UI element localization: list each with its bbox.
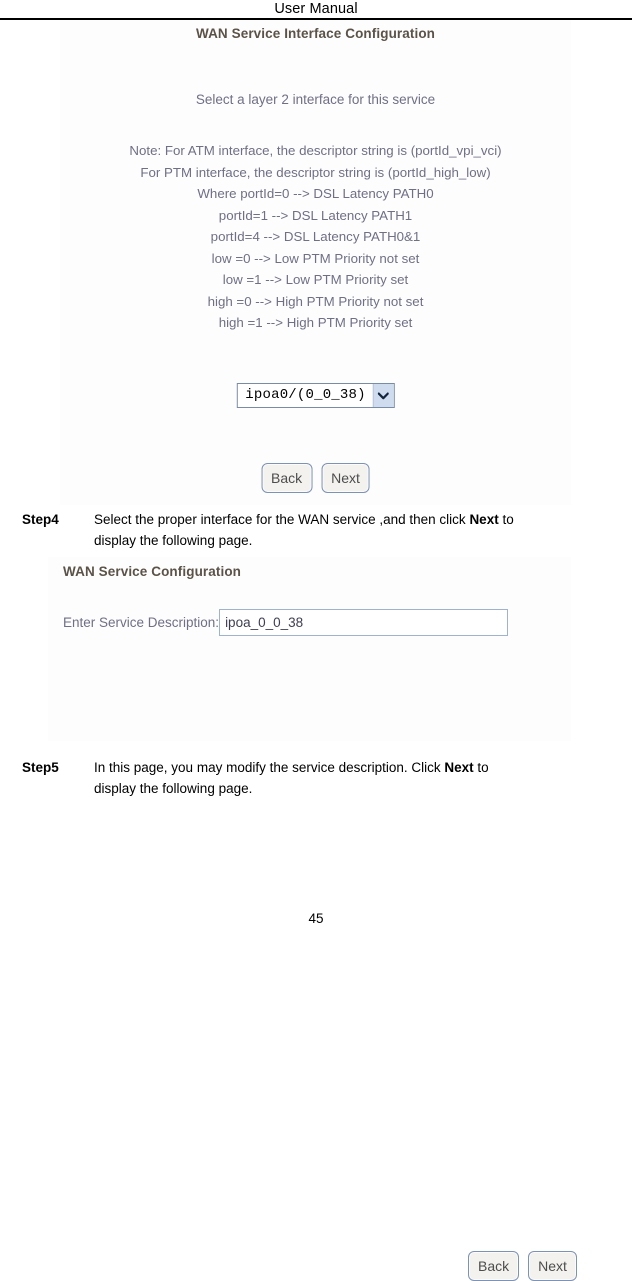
service-description-row: Enter Service Description: ipoa_0_0_38 bbox=[63, 609, 509, 636]
note-line: low =1 --> Low PTM Priority set bbox=[222, 272, 409, 287]
interface-panel-button-row: Back Next bbox=[261, 463, 370, 493]
service-description-input[interactable]: ipoa_0_0_38 bbox=[219, 609, 509, 636]
service-description-label: Enter Service Description: bbox=[63, 615, 220, 630]
back-button[interactable]: Back bbox=[468, 1251, 520, 1281]
panel-subtitle-select-layer2: Select a layer 2 interface for this serv… bbox=[195, 92, 436, 107]
step-5-body: In this page, you may modify the service… bbox=[94, 757, 612, 799]
step-5-text-part2: to bbox=[473, 760, 489, 775]
wan-service-interface-configuration-panel: WAN Service Interface Configuration Sele… bbox=[60, 20, 571, 505]
panel-title-interface-config: WAN Service Interface Configuration bbox=[195, 26, 436, 41]
step-5-paragraph: Step5 In this page, you may modify the s… bbox=[22, 757, 612, 799]
step-4-body: Select the proper interface for the WAN … bbox=[94, 509, 612, 551]
next-button[interactable]: Next bbox=[528, 1251, 577, 1281]
note-line: Where portId=0 --> DSL Latency PATH0 bbox=[197, 186, 434, 201]
next-button[interactable]: Next bbox=[321, 463, 370, 493]
step-4-label: Step4 bbox=[22, 512, 59, 527]
layer2-interface-select-value: ipoa0/(0_0_38) bbox=[245, 387, 366, 403]
page-number: 45 bbox=[308, 911, 324, 926]
page-header: User Manual bbox=[0, 0, 632, 19]
note-line: low =0 --> Low PTM Priority not set bbox=[211, 250, 420, 266]
step-4-paragraph: Step4 Select the proper interface for th… bbox=[22, 509, 612, 551]
wan-service-configuration-panel: WAN Service Configuration Enter Service … bbox=[48, 557, 577, 1281]
note-line: high =1 --> High PTM Priority set bbox=[218, 315, 413, 330]
note-line: portId=4 --> DSL Latency PATH0&1 bbox=[210, 229, 421, 244]
note-line: portId=1 --> DSL Latency PATH1 bbox=[218, 207, 413, 223]
chevron-down-icon[interactable] bbox=[372, 384, 394, 407]
step-4-text-part1: Select the proper interface for the WAN … bbox=[94, 512, 470, 527]
step-5-text-part1: In this page, you may modify the service… bbox=[94, 760, 445, 775]
step-4-text-part2: to bbox=[498, 512, 514, 527]
panel-title-service-config: WAN Service Configuration bbox=[63, 564, 242, 579]
step-4-text-line2: display the following page. bbox=[94, 533, 253, 548]
service-panel-button-row: Back Next bbox=[468, 1251, 577, 1281]
step-5-emphasis: Next bbox=[444, 760, 474, 775]
step-5-label: Step5 bbox=[22, 760, 59, 775]
note-line: For PTM interface, the descriptor string… bbox=[140, 164, 491, 180]
step-5-text-line2: display the following page. bbox=[94, 781, 253, 796]
interface-note-block: Note: For ATM interface, the descriptor … bbox=[60, 140, 571, 334]
back-button[interactable]: Back bbox=[261, 463, 313, 493]
page-header-title: User Manual bbox=[274, 1, 358, 17]
note-line: high =0 --> High PTM Priority not set bbox=[207, 293, 424, 309]
note-line: Note: For ATM interface, the descriptor … bbox=[129, 143, 502, 158]
layer2-interface-select[interactable]: ipoa0/(0_0_38) bbox=[236, 383, 395, 408]
step-4-emphasis: Next bbox=[469, 512, 499, 527]
